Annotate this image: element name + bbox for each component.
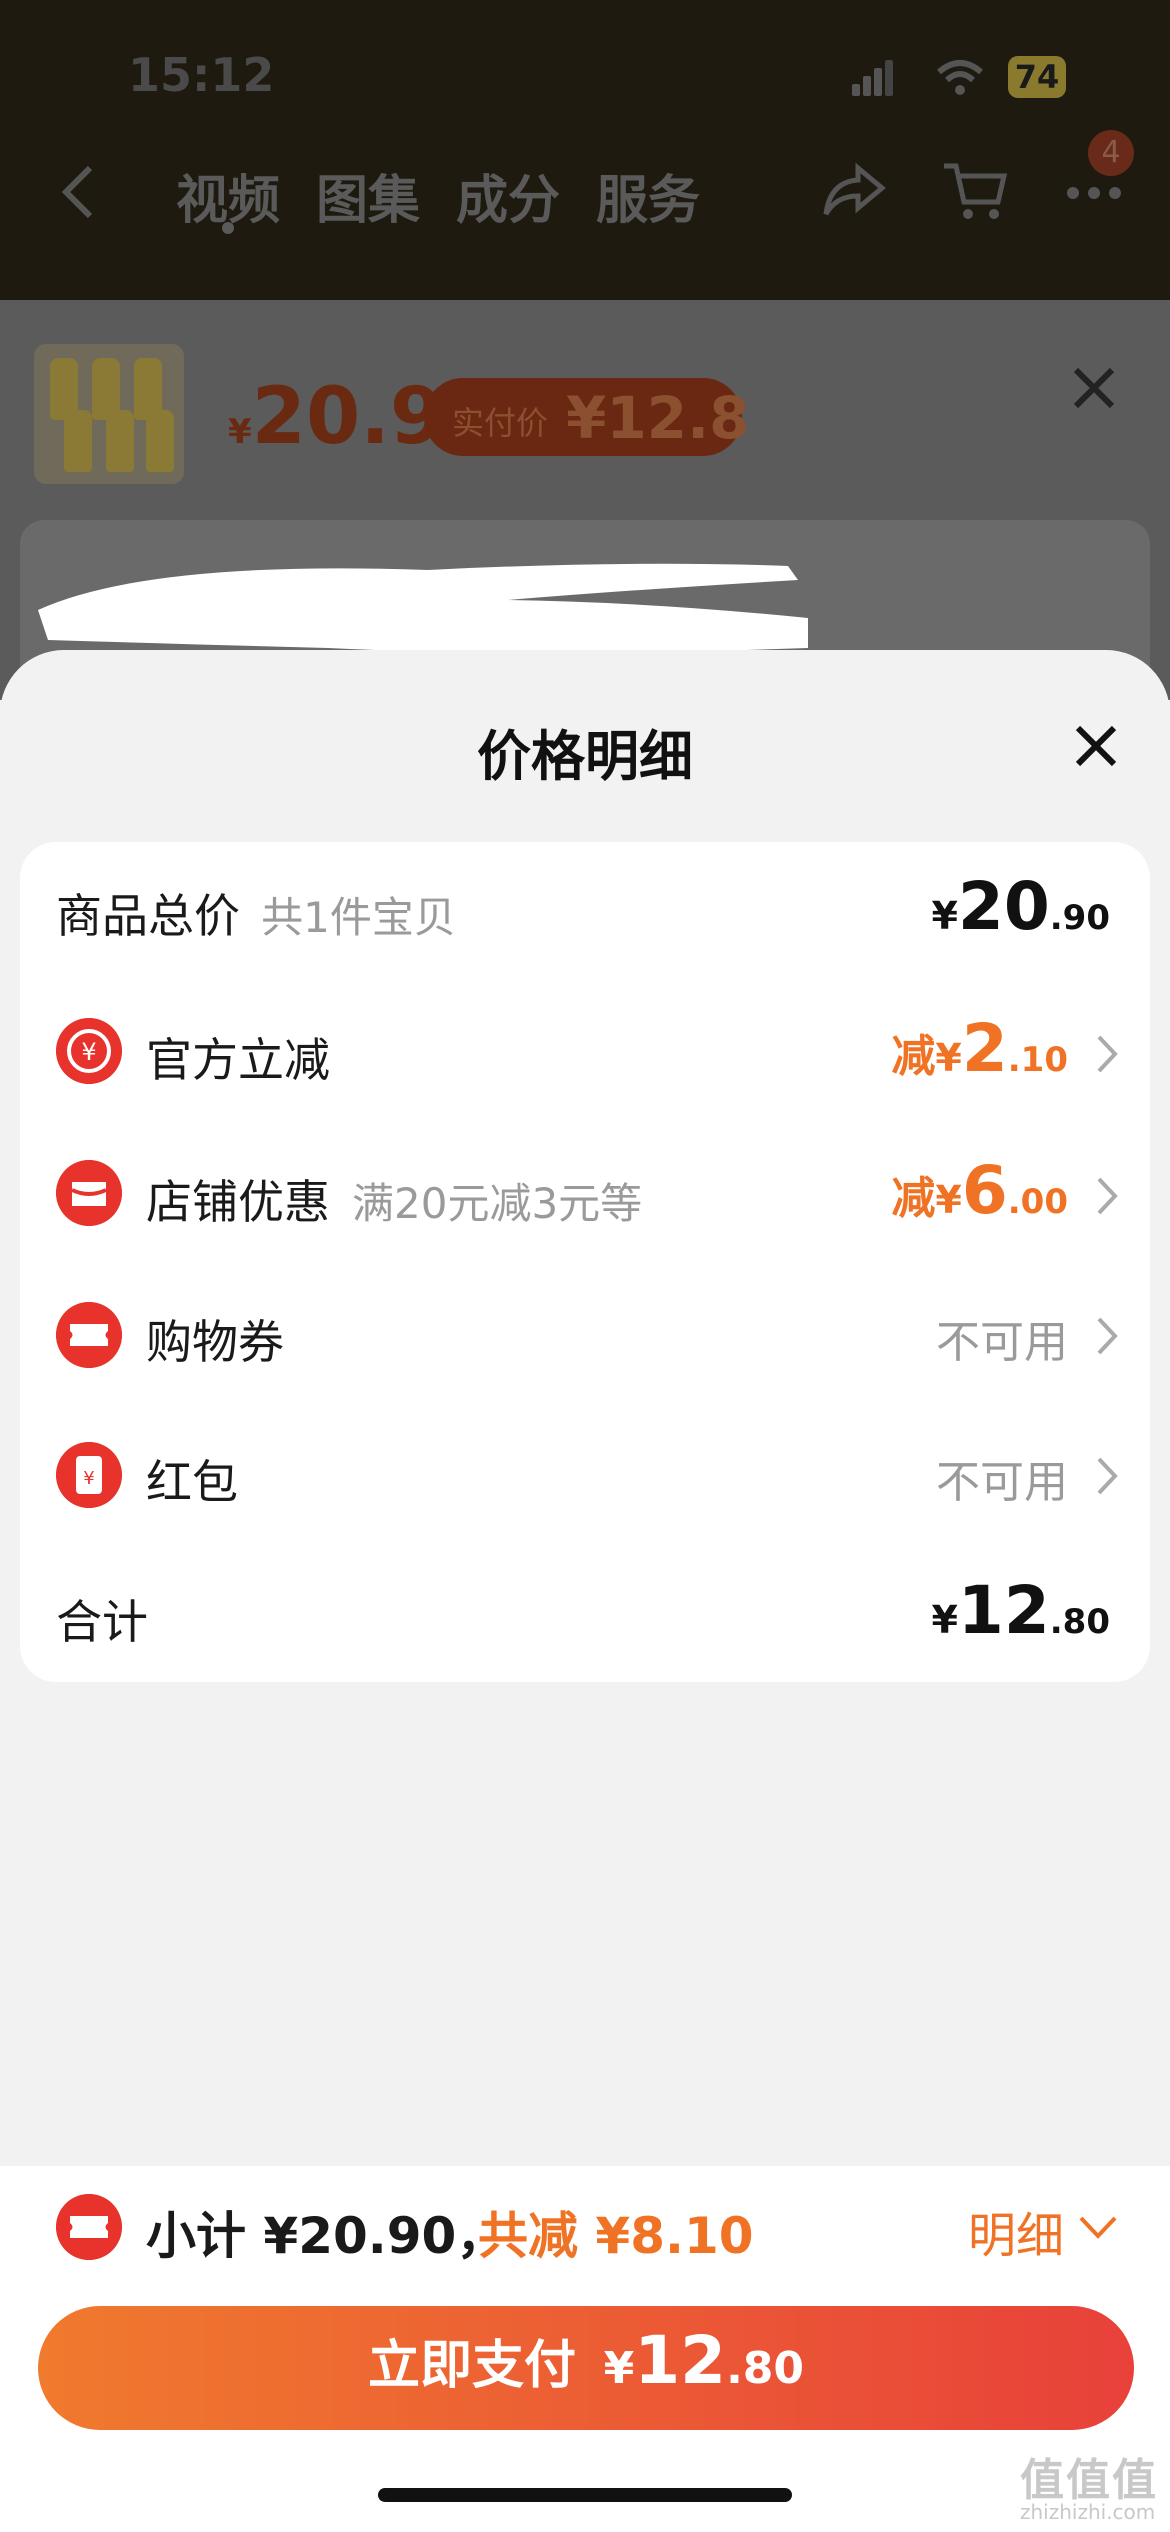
- chevron-right-icon[interactable]: [1096, 1316, 1118, 1356]
- tab-gallery[interactable]: 图集: [316, 158, 420, 233]
- coupon-status: 不可用: [936, 1317, 1068, 1368]
- share-icon[interactable]: [822, 160, 886, 220]
- total-amount: ¥12.80: [931, 1572, 1110, 1649]
- back-icon[interactable]: [58, 162, 98, 222]
- signal-icon: [852, 60, 893, 96]
- battery-indicator: 74: [1008, 56, 1066, 98]
- red-packet-icon: ¥: [56, 1442, 122, 1508]
- red-packet-status: 不可用: [936, 1457, 1068, 1508]
- row-label: 官方立减: [146, 1033, 330, 1087]
- detail-toggle[interactable]: 明细: [968, 2196, 1064, 2266]
- cart-badge: 4: [1088, 130, 1134, 176]
- active-tab-dot: [222, 222, 234, 234]
- subtotal-text: 小计 ¥20.90，: [146, 2207, 507, 2265]
- row-label: 购物券: [146, 1315, 284, 1369]
- coupon-icon: [56, 2194, 122, 2260]
- watermark: 值值值: [1020, 2455, 1158, 2506]
- official-discount-icon: ¥: [56, 1018, 122, 1084]
- home-indicator: [378, 2488, 792, 2502]
- real-price-badge: 实付价 ¥12.8: [424, 378, 749, 456]
- total-reduction-text: 共减 ¥8.10: [478, 2207, 754, 2265]
- wifi-icon: [937, 60, 983, 95]
- official-discount-amount: 减¥2.10: [891, 1010, 1068, 1087]
- pay-now-button[interactable]: 立即支付 ¥12.80: [38, 2306, 1134, 2430]
- row-label: 店铺优惠: [146, 1175, 330, 1229]
- row-sub: 共1件宝贝: [261, 893, 456, 942]
- goods-total-amount: ¥20.90: [931, 868, 1110, 945]
- row-goods-total: 商品总价 共1件宝贝: [56, 880, 456, 946]
- product-price: ¥20.9: [228, 372, 445, 462]
- chevron-right-icon[interactable]: [1096, 1456, 1118, 1496]
- row-label: 红包: [146, 1455, 238, 1509]
- svg-text:¥: ¥: [83, 1468, 94, 1489]
- coupon-icon: [56, 1302, 122, 1368]
- background-header: [0, 0, 1170, 300]
- product-thumbnail: [34, 344, 184, 484]
- tab-service[interactable]: 服务: [596, 158, 700, 233]
- cart-icon[interactable]: [940, 158, 1010, 224]
- more-icon[interactable]: [1066, 186, 1122, 200]
- row-label: 商品总价: [56, 889, 240, 943]
- status-time: 15:12: [128, 48, 275, 102]
- chevron-down-icon[interactable]: [1078, 2214, 1118, 2240]
- shop-discount-amount: 减¥6.00: [891, 1152, 1068, 1229]
- svg-text:¥: ¥: [81, 1038, 96, 1066]
- row-sub: 满20元减3元等: [352, 1179, 643, 1228]
- chevron-right-icon[interactable]: [1096, 1034, 1118, 1074]
- tab-ingredients[interactable]: 成分: [456, 158, 560, 233]
- shop-icon: [56, 1160, 122, 1226]
- modal-title: 价格明细: [477, 725, 693, 788]
- total-label: 合计: [56, 1595, 148, 1649]
- chevron-right-icon[interactable]: [1096, 1176, 1118, 1216]
- price-detail-card: [20, 842, 1150, 1682]
- watermark-domain: zhizhizhi.com: [1020, 2500, 1156, 2524]
- close-icon[interactable]: [1070, 364, 1118, 412]
- close-icon[interactable]: [1072, 722, 1120, 770]
